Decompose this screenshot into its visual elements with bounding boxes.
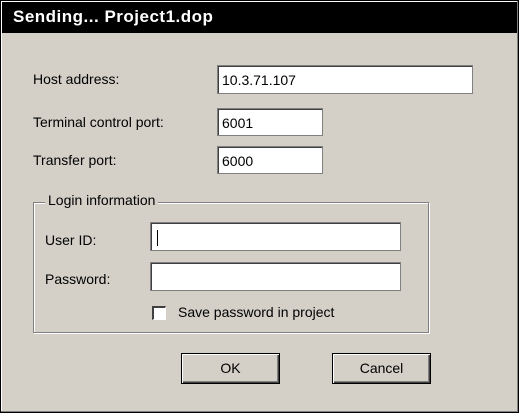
transfer-port-input[interactable] [217,146,323,174]
text-cursor [157,230,158,246]
save-password-label[interactable]: Save password in project [178,304,334,320]
dialog-titlebar[interactable]: Sending... Project1.dop [2,2,517,33]
save-password-checkbox[interactable] [152,306,166,320]
ok-button[interactable]: OK [181,353,280,384]
dialog-title: Sending... Project1.dop [13,7,214,26]
password-label: Password: [45,271,111,287]
user-id-input[interactable] [150,222,401,251]
password-input[interactable] [150,262,401,291]
send-dialog: Sending... Project1.dop Host address: Te… [0,0,519,413]
host-address-input[interactable] [217,65,473,94]
terminal-control-port-input[interactable] [217,108,323,136]
transfer-port-label: Transfer port: [33,152,117,168]
cancel-button[interactable]: Cancel [332,353,431,384]
host-address-label: Host address: [33,71,120,87]
terminal-control-port-label: Terminal control port: [33,114,164,130]
user-id-label: User ID: [45,232,97,248]
login-information-legend: Login information [45,192,159,208]
